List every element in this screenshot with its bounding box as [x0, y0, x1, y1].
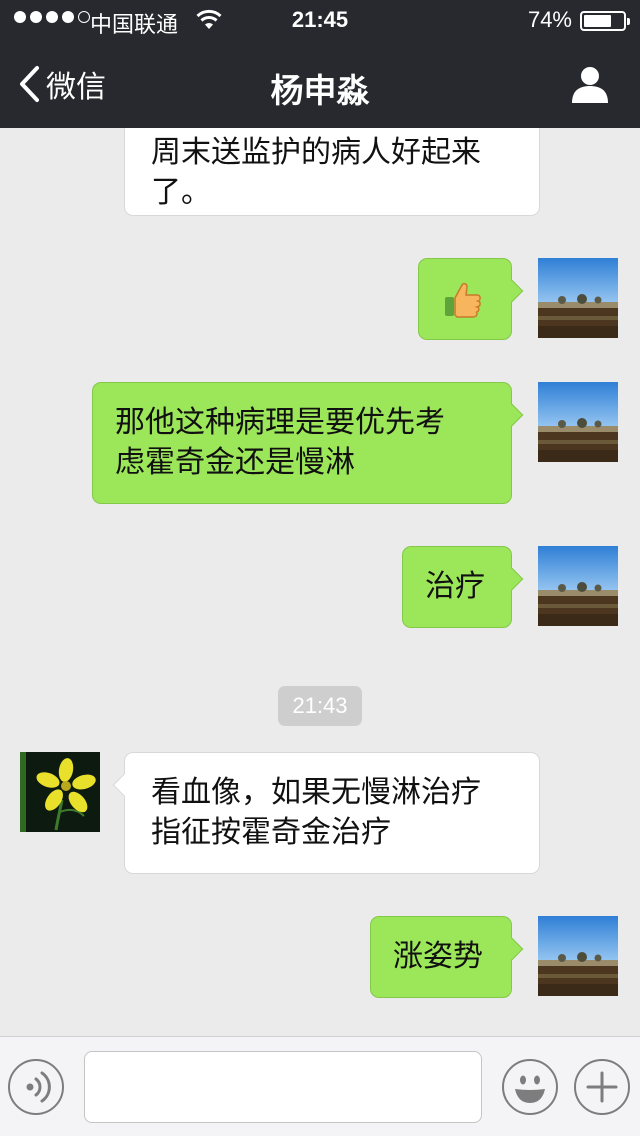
message-row: 那他这种病理是要优先考 虑霍奇金还是慢淋: [0, 382, 640, 504]
message-text: 看血像，如果无慢淋治疗 指征按霍奇金治疗: [151, 775, 481, 850]
my-avatar[interactable]: [538, 382, 618, 462]
message-row: [0, 258, 640, 340]
message-text: 那他这种病理是要优先考 虑霍奇金还是慢淋: [115, 405, 445, 480]
chat-area[interactable]: 周末送监护的病人好起来 了。 那他这种病理是要优先考 虑霍奇金还是慢淋 治疗 2…: [0, 128, 640, 1036]
message-input[interactable]: [84, 1051, 482, 1123]
message-bubble[interactable]: 治疗: [402, 546, 524, 628]
message-text: 治疗: [425, 569, 485, 604]
thumbs-up-icon: [445, 282, 481, 318]
more-button[interactable]: [574, 1059, 630, 1115]
my-avatar[interactable]: [538, 916, 618, 996]
status-bar: 中国联通 21:45 74%: [0, 0, 640, 40]
time-divider: 21:43: [278, 686, 362, 726]
message-bubble[interactable]: 涨姿势: [370, 916, 524, 998]
emoji-icon: [515, 1075, 545, 1103]
message-row: 治疗: [0, 546, 640, 628]
message-text: 周末送监护的病人好起来 了。: [151, 135, 481, 210]
message-row: 看血像，如果无慢淋治疗 指征按霍奇金治疗: [0, 752, 640, 874]
emoji-button[interactable]: [502, 1059, 558, 1115]
battery-percent: 74%: [527, 7, 572, 32]
message-row: 周末送监护的病人好起来 了。: [0, 128, 640, 216]
message-bubble[interactable]: 周末送监护的病人好起来 了。: [124, 128, 540, 216]
my-avatar[interactable]: [538, 258, 618, 338]
message-bubble[interactable]: 看血像，如果无慢淋治疗 指征按霍奇金治疗: [112, 752, 540, 874]
contact-avatar[interactable]: [20, 752, 100, 832]
battery-icon: [580, 11, 630, 31]
voice-icon: [26, 1071, 51, 1103]
profile-icon[interactable]: [570, 64, 610, 104]
chat-title: 杨申淼: [270, 71, 370, 110]
message-row: 涨姿势: [0, 916, 640, 998]
nav-bar: 微信 杨申淼: [0, 40, 640, 128]
voice-button[interactable]: [8, 1059, 64, 1115]
message-text: 涨姿势: [393, 939, 483, 974]
message-bubble[interactable]: 那他这种病理是要优先考 虑霍奇金还是慢淋: [92, 382, 524, 504]
my-avatar[interactable]: [538, 546, 618, 626]
input-bar: [0, 1036, 640, 1136]
plus-icon: [586, 1071, 618, 1103]
message-bubble[interactable]: [418, 258, 524, 340]
